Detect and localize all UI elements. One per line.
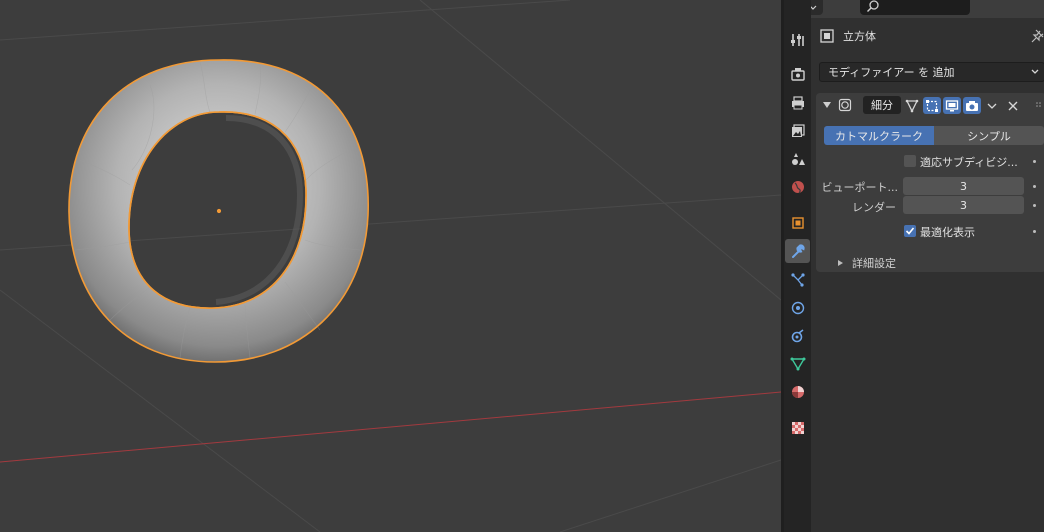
tab-material[interactable] [785, 380, 810, 404]
material-sphere-icon [791, 386, 804, 398]
pin-button[interactable] [1031, 29, 1044, 46]
3d-viewport[interactable] [0, 0, 781, 532]
tab-texture[interactable] [785, 416, 810, 440]
world-globe-icon [791, 181, 804, 194]
animate-property-dot[interactable] [1033, 185, 1036, 188]
physics-orbit-icon [791, 301, 804, 315]
tab-data[interactable] [785, 352, 810, 376]
tab-tool[interactable] [785, 28, 810, 52]
tab-render[interactable] [785, 62, 810, 86]
tool-icon [790, 34, 804, 46]
animate-property-dot[interactable] [1033, 230, 1036, 233]
output-printer-icon [791, 96, 804, 110]
add-modifier-label: モディファイアー を 追加 [828, 66, 955, 79]
object-context-header: 立方体 [819, 26, 876, 46]
object-square-icon [820, 29, 834, 43]
viewport-levels-label: ビューポート... [821, 181, 899, 194]
catmull-clark-option[interactable]: カトマルクラーク [824, 126, 934, 145]
modifier-name-field[interactable]: 細分 [863, 96, 901, 114]
properties-tab-bar [784, 0, 811, 532]
render-camera-icon [790, 68, 805, 81]
render-levels-label: レンダー [852, 201, 896, 214]
camera-icon [966, 100, 978, 111]
object-name: 立方体 [843, 30, 876, 43]
adaptive-subdivision-checkbox[interactable] [904, 155, 916, 167]
advanced-label: 詳細設定 [852, 257, 896, 270]
tab-view-layer[interactable] [785, 119, 810, 143]
viewport-display-toggle[interactable] [943, 97, 961, 114]
view-layer-icon [791, 124, 805, 137]
tab-constraints[interactable] [785, 324, 810, 348]
drag-handle-icon[interactable] [1035, 101, 1043, 111]
expand-triangle-icon [838, 260, 843, 266]
render-toggle[interactable] [963, 97, 981, 114]
adaptive-subdivision-label: 適応サブディビジ... [920, 156, 1018, 169]
optimal-display-label: 最適化表示 [920, 226, 975, 239]
tab-particles[interactable] [785, 268, 810, 292]
search-icon [867, 0, 879, 12]
tab-modifiers[interactable] [785, 239, 810, 263]
particles-icon [790, 273, 805, 287]
edit-mode-cage-toggle[interactable] [903, 97, 921, 114]
mesh-data-triangle-icon [790, 357, 805, 371]
edit-cage-triangle-icon [905, 99, 919, 112]
properties-search-input[interactable] [860, 0, 970, 15]
optimal-display-checkbox[interactable] [904, 225, 916, 237]
chevron-down-icon [1031, 69, 1039, 74]
object-origin [216, 208, 222, 214]
tab-physics[interactable] [785, 296, 810, 320]
pin-icon [1031, 29, 1044, 43]
tab-world[interactable] [785, 175, 810, 199]
subdivision-type-selector: カトマルクラーク シンプル [824, 126, 1044, 145]
edit-mode-toggle[interactable] [923, 97, 941, 114]
simple-option[interactable]: シンプル [934, 126, 1044, 145]
checkmark-icon [905, 227, 915, 235]
monitor-icon [945, 99, 959, 111]
tab-scene[interactable] [785, 147, 810, 171]
tab-object[interactable] [785, 211, 810, 235]
constraint-link-icon [791, 329, 803, 343]
animate-property-dot[interactable] [1033, 160, 1036, 163]
close-icon[interactable] [1007, 100, 1019, 112]
viewport-levels-field[interactable]: 3 [903, 177, 1024, 195]
x-axis-line [0, 391, 781, 463]
animate-property-dot[interactable] [1033, 204, 1036, 207]
wrench-icon [791, 244, 805, 258]
edit-mode-square-icon [926, 99, 938, 112]
viewport-canvas[interactable] [0, 0, 781, 532]
chevron-down-icon[interactable] [986, 100, 998, 112]
tab-output[interactable] [785, 91, 810, 115]
subdivision-modifier-icon [838, 98, 852, 112]
collapse-triangle-icon[interactable] [822, 100, 832, 110]
add-modifier-dropdown[interactable]: モディファイアー を 追加 [819, 62, 1044, 82]
advanced-subpanel-header[interactable]: 詳細設定 [836, 255, 896, 271]
render-levels-field[interactable]: 3 [903, 196, 1024, 214]
scene-icon [791, 153, 805, 165]
texture-checker-icon [791, 422, 804, 434]
object-square-icon [791, 217, 804, 229]
